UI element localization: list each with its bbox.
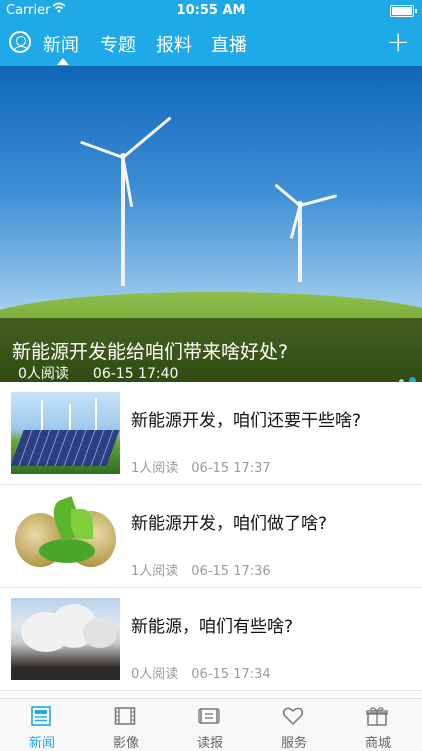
tabbar-label: 服务 (280, 736, 307, 751)
tabbar-label: 新闻 (28, 736, 55, 751)
tab-news[interactable]: 新闻 (43, 31, 79, 57)
tabbar-news[interactable]: 新闻 (0, 699, 84, 751)
status-time: 10:55 AM (176, 3, 246, 18)
news-list: 新能源开发，咱们还要干些啥? 1人阅读 06-15 17:37 新能源开发，咱们做… (0, 382, 422, 691)
news-meta: 1人阅读 06-15 17:36 (131, 560, 271, 579)
tab-live[interactable]: 直播 (211, 31, 247, 57)
news-thumbnail-solar-panels (11, 392, 120, 474)
news-read-count: 0人阅读 (131, 667, 179, 682)
news-read-count: 1人阅读 (131, 564, 179, 579)
news-thumbnail-green-globe (11, 495, 120, 577)
news-list-item[interactable]: 新能源开发，咱们还要干些啥? 1人阅读 06-15 17:37 (0, 382, 422, 485)
news-title: 新能源，咱们有些啥? (131, 617, 294, 637)
news-meta: 1人阅读 06-15 17:37 (131, 457, 271, 476)
banner-read-count: 0人阅读 (18, 366, 69, 382)
news-list-item[interactable]: 新能源，咱们有些啥? 0人阅读 06-15 17:34 (0, 588, 422, 691)
headline-banner[interactable]: 新能源开发能给咱们带来啥好处? 0人阅读 06-15 17:40 (0, 66, 422, 382)
tabbar-label: 读报 (196, 736, 223, 751)
news-meta: 0人阅读 06-15 17:34 (131, 663, 271, 682)
news-read-count: 1人阅读 (131, 461, 179, 476)
banner-meta: 0人阅读 06-15 17:40 (18, 363, 178, 382)
tabbar-label: 商城 (364, 736, 391, 751)
read-paper-icon (198, 706, 220, 726)
banner-timestamp: 06-15 17:40 (92, 366, 179, 382)
film-icon (114, 706, 136, 726)
top-bar: Carrier 10:55 AM 新闻 专题 报料 直播 + (0, 0, 422, 66)
tabbar-read-paper[interactable]: 读报 (168, 699, 252, 751)
active-tab-indicator (57, 58, 69, 65)
bottom-tab-bar: 新闻 影像 读报 服务 商城 (0, 698, 422, 751)
user-avatar-icon[interactable] (9, 31, 31, 53)
tab-report[interactable]: 报料 (156, 31, 192, 57)
news-list-item[interactable]: 新能源开发，咱们做了啥? 1人阅读 06-15 17:36 (0, 485, 422, 588)
heart-icon (282, 706, 304, 726)
news-timestamp: 06-15 17:37 (191, 461, 271, 476)
battery-icon (390, 5, 417, 17)
carousel-indicator (394, 369, 416, 382)
nav-bar: 新闻 专题 报料 直播 + (0, 22, 422, 66)
tabbar-services[interactable]: 服务 (252, 699, 336, 751)
status-bar: Carrier 10:55 AM (0, 0, 422, 22)
news-timestamp: 06-15 17:36 (191, 564, 271, 579)
banner-title[interactable]: 新能源开发能给咱们带来啥好处? (12, 337, 288, 364)
tabbar-mall[interactable]: 商城 (336, 699, 420, 751)
news-thumbnail-geothermal (11, 598, 120, 680)
add-icon[interactable]: + (387, 27, 410, 57)
newspaper-icon (30, 706, 52, 726)
tabbar-video[interactable]: 影像 (84, 699, 168, 751)
tabbar-label: 影像 (112, 736, 139, 751)
gift-icon (366, 706, 388, 726)
news-title: 新能源开发，咱们还要干些啥? (131, 411, 362, 431)
news-timestamp: 06-15 17:34 (191, 667, 271, 682)
tab-topics[interactable]: 专题 (100, 31, 136, 57)
news-title: 新能源开发，咱们做了啥? (131, 514, 328, 534)
